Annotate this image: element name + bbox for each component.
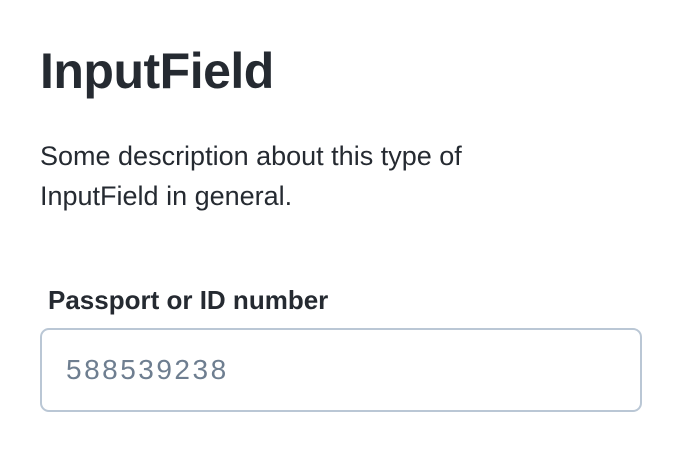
page-description: Some description about this type of Inpu…: [40, 141, 462, 211]
passport-id-input[interactable]: [40, 328, 642, 412]
passport-field-label: Passport or ID number: [48, 285, 329, 315]
page-title: InputField: [40, 43, 274, 99]
